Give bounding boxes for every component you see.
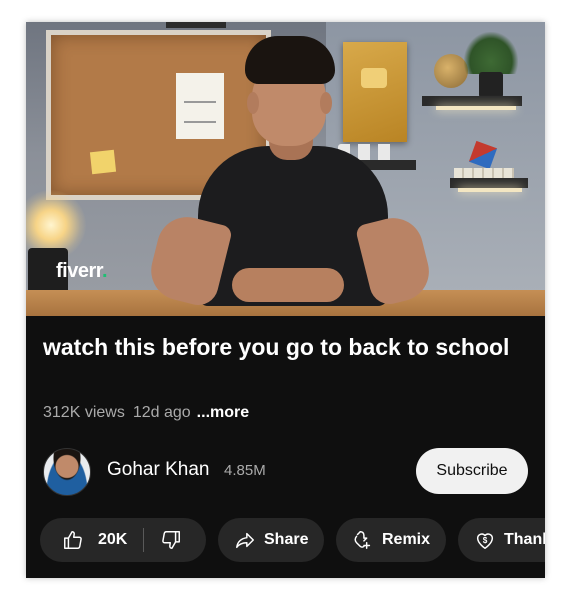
share-arrow-icon	[234, 529, 256, 551]
subscribe-button[interactable]: Subscribe	[416, 448, 528, 494]
plant-pot	[479, 72, 503, 98]
fiverr-logo-text: fiverr	[56, 260, 102, 282]
sticky-note	[89, 149, 117, 175]
view-count: 312K views	[43, 404, 125, 421]
person-ear	[320, 92, 332, 114]
video-meta[interactable]: 312K views 12d ago ...more	[43, 404, 249, 422]
fiverr-logo: fiverr.	[56, 260, 108, 283]
thanks-label: Thank	[504, 531, 545, 548]
plant	[464, 32, 518, 74]
globe	[434, 54, 468, 88]
shelf	[450, 178, 528, 188]
channel-row: Gohar Khan 4.85M Subscribe	[43, 446, 533, 496]
shelf-light	[458, 188, 522, 192]
action-bar: 20K Share Remix $ Than	[40, 518, 545, 562]
thanks-button[interactable]: $ Thank	[458, 518, 545, 562]
video-title: watch this before you go to back to scho…	[43, 334, 510, 360]
shelf	[422, 96, 522, 106]
share-button[interactable]: Share	[218, 518, 324, 562]
person-hands	[232, 268, 344, 302]
thumbs-up-icon[interactable]	[62, 529, 84, 551]
shelf-light	[436, 106, 516, 110]
fiverr-logo-dot: .	[101, 260, 108, 282]
remix-label: Remix	[382, 531, 431, 548]
like-divider	[143, 528, 145, 552]
ceiling-light	[166, 22, 226, 28]
play-button-plaque	[343, 42, 407, 142]
channel-avatar[interactable]	[43, 448, 91, 496]
person-hair	[245, 36, 335, 84]
share-label: Share	[264, 531, 309, 548]
like-count[interactable]: 20K	[98, 531, 127, 549]
thanks-heart-dollar-icon: $	[474, 529, 496, 551]
poster	[176, 73, 224, 139]
more-link[interactable]: ...more	[197, 404, 249, 421]
svg-text:$: $	[483, 536, 488, 545]
upload-age: 12d ago	[132, 404, 191, 421]
remix-button[interactable]: Remix	[336, 518, 446, 562]
video-card: fiverr. watch this before you go to back…	[26, 22, 545, 578]
remix-icon	[352, 529, 374, 551]
like-dislike-group: 20K	[40, 518, 206, 562]
channel-name[interactable]: Gohar Khan	[107, 459, 209, 481]
video-player[interactable]: fiverr.	[26, 22, 545, 316]
subscriber-count: 4.85M	[224, 462, 266, 479]
person-ear	[247, 92, 259, 114]
thumbs-down-icon[interactable]	[160, 529, 182, 551]
